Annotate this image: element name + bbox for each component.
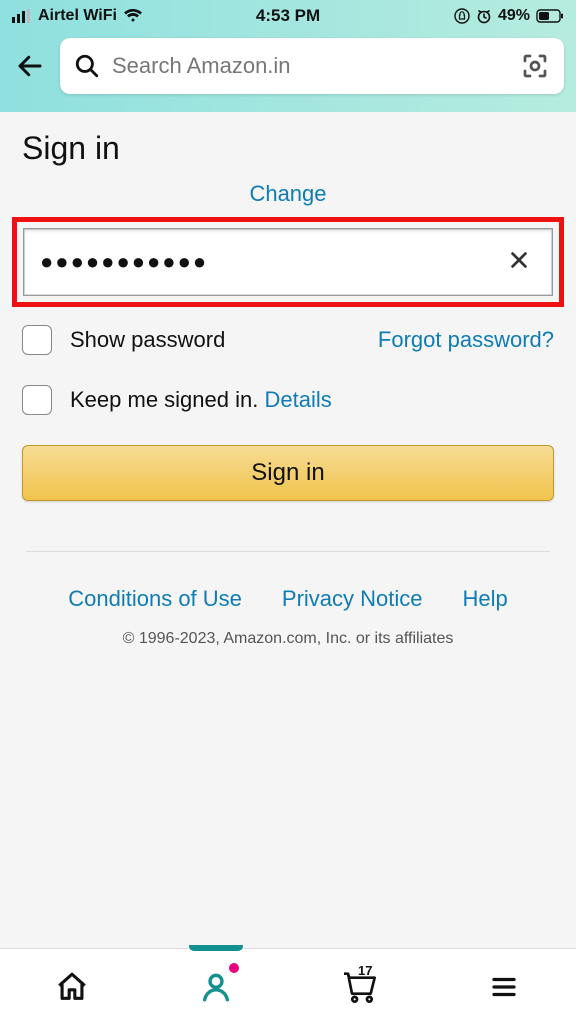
password-masked-value: ●●●●●●●●●●●	[40, 249, 502, 275]
keep-signed-checkbox[interactable]	[22, 385, 52, 415]
help-link[interactable]: Help	[463, 586, 508, 612]
nav-active-indicator	[189, 945, 243, 951]
page-title: Sign in	[22, 130, 554, 167]
forgot-password-link[interactable]: Forgot password?	[378, 327, 554, 353]
keep-signed-label: Keep me signed in. Details	[70, 387, 332, 413]
app-header: Search Amazon.in	[0, 32, 576, 112]
copyright: © 1996-2023, Amazon.com, Inc. or its aff…	[22, 630, 554, 648]
bottom-nav: 17	[0, 948, 576, 1024]
hamburger-icon	[489, 972, 519, 1002]
status-time: 4:53 PM	[0, 6, 576, 26]
notification-dot	[229, 963, 239, 973]
show-password-label: Show password	[70, 327, 225, 353]
user-icon	[199, 970, 233, 1004]
search-icon	[74, 53, 100, 79]
search-placeholder: Search Amazon.in	[112, 53, 508, 79]
password-highlight: ●●●●●●●●●●●	[12, 217, 564, 307]
show-password-row: Show password Forgot password?	[22, 325, 554, 355]
close-icon	[508, 249, 530, 271]
password-input[interactable]: ●●●●●●●●●●●	[23, 228, 553, 296]
clear-password-button[interactable]	[502, 241, 536, 284]
nav-account[interactable]	[144, 949, 288, 1024]
footer-links: Conditions of Use Privacy Notice Help	[22, 586, 554, 612]
keep-signed-text: Keep me signed in.	[70, 387, 264, 412]
show-password-checkbox[interactable]	[22, 325, 52, 355]
signin-content: Sign in Change ●●●●●●●●●●● Show password…	[0, 112, 576, 648]
conditions-link[interactable]: Conditions of Use	[68, 586, 242, 612]
nav-cart[interactable]: 17	[288, 949, 432, 1024]
home-icon	[55, 970, 89, 1004]
keep-signed-row: Keep me signed in. Details	[22, 385, 554, 415]
nav-menu[interactable]	[432, 949, 576, 1024]
nav-home[interactable]	[0, 949, 144, 1024]
divider	[26, 551, 550, 552]
search-field[interactable]: Search Amazon.in	[60, 38, 564, 94]
change-link[interactable]: Change	[249, 181, 326, 206]
details-link[interactable]: Details	[264, 387, 331, 412]
signin-button[interactable]: Sign in	[22, 445, 554, 501]
arrow-left-icon	[15, 51, 45, 81]
camera-scan-icon[interactable]	[520, 51, 550, 81]
cart-count: 17	[358, 963, 372, 978]
privacy-link[interactable]: Privacy Notice	[282, 586, 423, 612]
status-bar: Airtel WiFi 4:53 PM 49%	[0, 0, 576, 32]
back-button[interactable]	[12, 48, 48, 84]
